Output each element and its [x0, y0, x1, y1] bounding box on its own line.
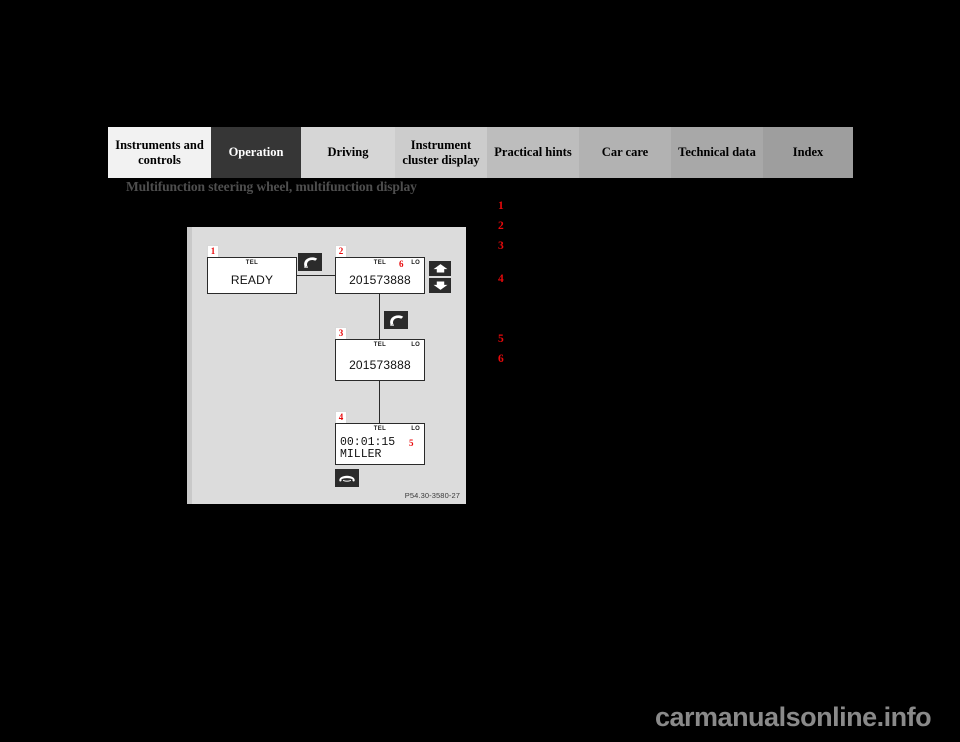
arrow-down-icon [429, 278, 451, 293]
legend-item-3: 3 [498, 240, 856, 252]
callout-marker-6: 6 [399, 259, 404, 269]
site-watermark: carmanualsonline.info [655, 702, 932, 732]
legend-item-number: 5 [498, 333, 504, 345]
phone-pickup-icon [298, 253, 322, 271]
connector-line-1-2 [297, 275, 336, 277]
legend-item-4: 4 [498, 273, 856, 285]
display-4-lo-label: LO [411, 426, 420, 432]
phone-pickup-icon [384, 311, 408, 329]
tab-index[interactable]: Index [763, 127, 853, 178]
tab-operation[interactable]: Operation [211, 127, 301, 178]
display-3-phone-number: 201573888 [349, 358, 411, 372]
legend-item-number: 3 [498, 240, 504, 252]
figure-caption: P54.30-3580-27 [404, 491, 460, 500]
legend-item-number: 4 [498, 273, 504, 285]
display-screen-2: TEL LO 201573888 [335, 257, 425, 294]
display-1-status-text: READY [230, 273, 274, 287]
display-screen-3: TEL LO 201573888 [335, 339, 425, 381]
legend-item-6: 6 [498, 353, 856, 365]
tab-technical-data[interactable]: Technical data [671, 127, 763, 178]
tab-driving[interactable]: Driving [301, 127, 395, 178]
tab-instruments-and-controls[interactable]: Instruments and controls [108, 127, 211, 178]
legend-item-2: 2 [498, 220, 856, 232]
legend-item-1: 1 [498, 200, 856, 212]
phone-hangup-icon [335, 469, 359, 487]
tab-practical-hints[interactable]: Practical hints [487, 127, 579, 178]
legend-item-number: 2 [498, 220, 504, 232]
display-2-lo-label: LO [411, 260, 420, 266]
legend-item-number: 6 [498, 353, 504, 365]
display-2-phone-number: 201573888 [349, 273, 411, 287]
display-screen-1: TEL READY [207, 257, 297, 294]
tab-instrument-cluster-display[interactable]: Instrument cluster display [395, 127, 487, 178]
legend-item-5: 5 [498, 333, 856, 345]
display-4-caller-name: MILLER [340, 448, 382, 461]
page-title: Multifunction steering wheel, multifunct… [126, 179, 417, 194]
connector-line-3-4 [379, 381, 381, 424]
legend-item-number: 1 [498, 200, 504, 212]
display-1-tel-label: TEL [245, 260, 259, 266]
figure-panel: 1 TEL READY 2 TEL LO 201573888 6 3 TEL L… [187, 227, 466, 504]
callout-marker-5: 5 [409, 438, 414, 448]
arrow-up-icon [429, 261, 451, 276]
tab-car-care[interactable]: Car care [579, 127, 671, 178]
connector-line-2-3 [379, 294, 381, 340]
section-tab-bar: Instruments and controls Operation Driving… [108, 127, 853, 178]
display-3-lo-label: LO [411, 342, 420, 348]
